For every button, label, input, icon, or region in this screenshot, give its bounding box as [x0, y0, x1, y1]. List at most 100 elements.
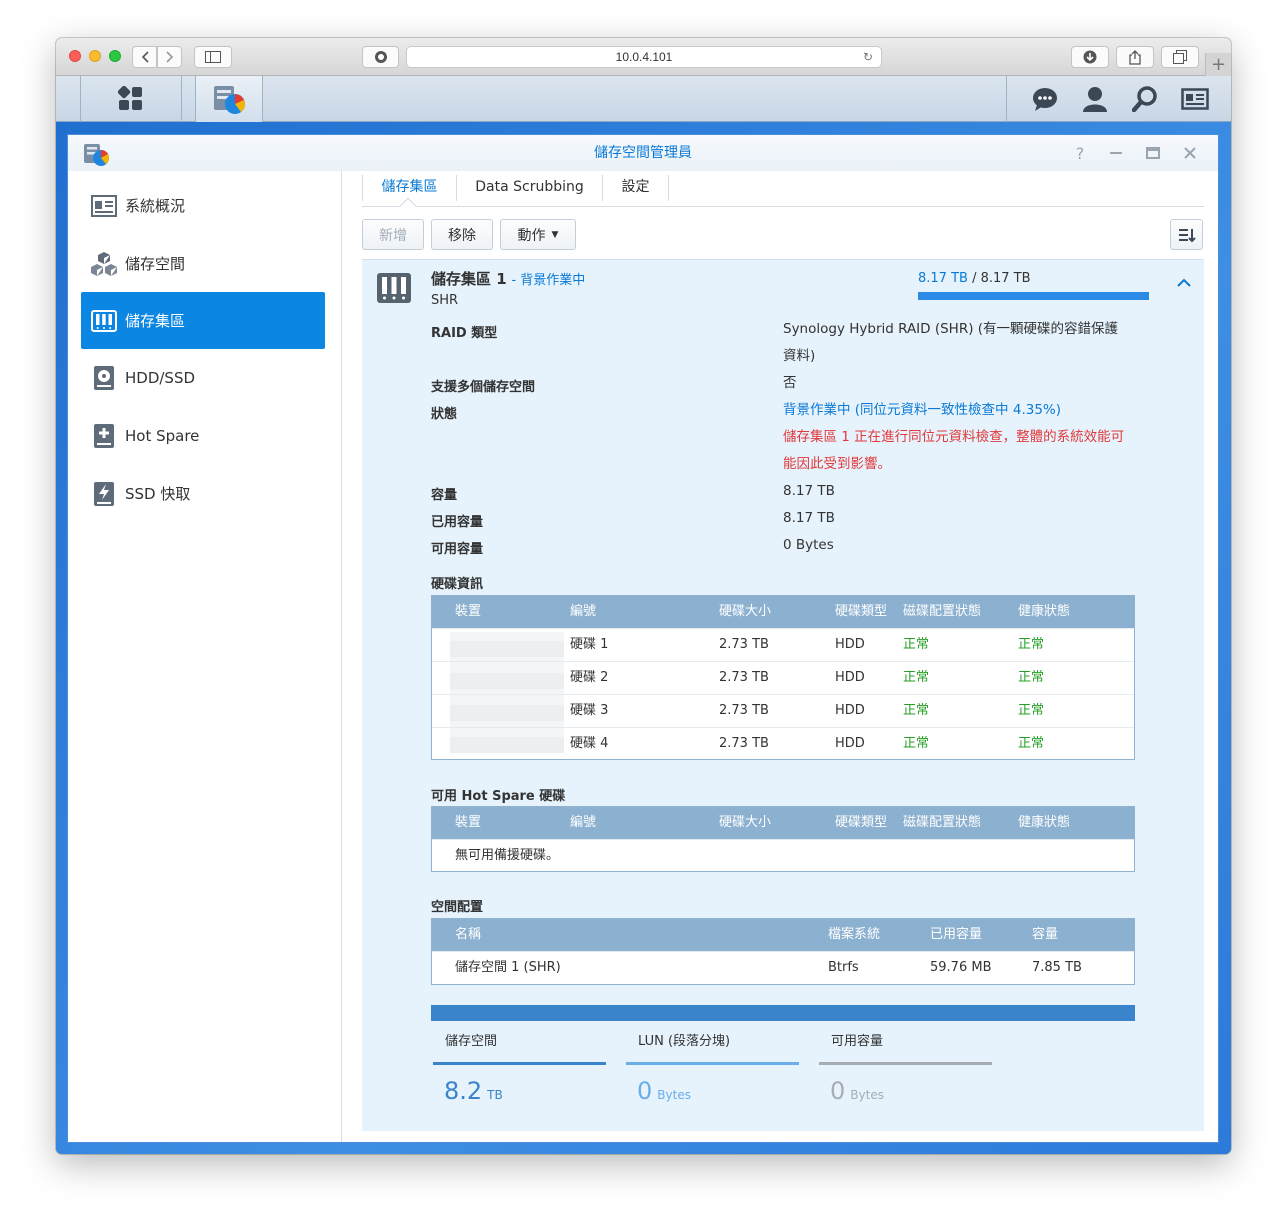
minimize-window-button[interactable] [89, 50, 101, 62]
sidebar-item-hdd-ssd[interactable]: HDD/SSD [81, 349, 325, 406]
sidebar-item-overview[interactable]: 系統概況 [81, 177, 325, 234]
tab-data-scrubbing[interactable]: Data Scrubbing [457, 171, 602, 207]
used-capacity-value: 8.17 TB [783, 510, 835, 526]
close-window-button[interactable] [69, 50, 81, 62]
chevron-left-icon [141, 51, 149, 63]
disk-type: HDD [835, 670, 865, 685]
summary-number: 0 [637, 1077, 653, 1105]
help-button[interactable]: ? [1070, 143, 1090, 163]
pool-total: / 8.17 TB [972, 271, 1031, 286]
action-button[interactable]: 動作 ▼ [500, 219, 576, 250]
share-button[interactable] [1116, 46, 1154, 68]
tabs-overview-button[interactable] [1161, 46, 1199, 68]
pool-used: 8.17 TB [918, 271, 968, 286]
volume-filesystem: Btrfs [828, 960, 859, 975]
sort-icon [1178, 228, 1196, 242]
column-header[interactable]: 磁碟配置狀態 [903, 596, 981, 628]
column-header[interactable]: 已用容量 [930, 919, 982, 951]
sidebar-item-storage-pool[interactable]: 儲存集區 [81, 292, 325, 349]
maximize-button[interactable] [1143, 143, 1163, 163]
new-tab-button[interactable]: + [1205, 53, 1231, 76]
disk-alloc-status: 正常 [903, 670, 930, 685]
used-capacity-label: 已用容量 [431, 515, 484, 530]
table-row[interactable]: 硬碟 3 2.73 TB HDD 正常 正常 [432, 694, 1134, 727]
forward-button[interactable] [157, 46, 182, 68]
close-button[interactable] [1180, 143, 1200, 163]
column-header[interactable]: 裝置 [455, 807, 481, 839]
chat-button[interactable] [1026, 76, 1064, 122]
main-menu-icon [118, 86, 142, 110]
status-label: 狀態 [431, 407, 458, 422]
app-titlebar[interactable]: 儲存空間管理員 ? [68, 135, 1218, 171]
column-header[interactable]: 編號 [570, 596, 596, 628]
sidebar-item-ssd-cache[interactable]: SSD 快取 [81, 465, 325, 522]
column-header[interactable]: 容量 [1032, 919, 1058, 951]
disk-type: HDD [835, 736, 865, 751]
main-menu-button[interactable] [81, 76, 181, 122]
taskbar-storage-manager[interactable] [195, 76, 263, 122]
column-header[interactable]: 健康狀態 [1018, 807, 1070, 839]
sidebar-item-volume[interactable]: 儲存空間 [81, 235, 325, 292]
tab-bar: 儲存集區 Data Scrubbing 設定 [362, 171, 1204, 215]
user-button[interactable] [1076, 76, 1114, 122]
table-header: 名稱 檔案系統 已用容量 容量 [432, 919, 1134, 951]
summary-label: 可用容量 [831, 1034, 884, 1049]
storage-manager-app-icon [214, 86, 245, 114]
table-row[interactable]: 硬碟 4 2.73 TB HDD 正常 正常 [432, 727, 1134, 760]
sidebar-toggle-button[interactable] [194, 46, 232, 68]
column-header[interactable]: 名稱 [455, 919, 481, 951]
widgets-button[interactable] [1176, 76, 1214, 122]
free-capacity-label: 可用容量 [431, 542, 484, 557]
privacy-button[interactable] [362, 46, 399, 68]
minimize-button[interactable] [1106, 143, 1126, 163]
collapse-button[interactable] [1174, 272, 1194, 292]
reload-icon[interactable]: ↻ [863, 50, 873, 64]
remove-button[interactable]: 移除 [431, 219, 493, 250]
summary-unit: TB [487, 1088, 503, 1102]
allocation-title: 空間配置 [431, 900, 484, 915]
summary-lun: LUN (段落分塊) 0 Bytes [626, 1032, 799, 1105]
disk-type: HDD [835, 637, 865, 652]
chevron-up-icon [1177, 278, 1191, 287]
sort-button[interactable] [1170, 219, 1203, 250]
address-bar[interactable]: 10.0.4.101 ↻ [406, 46, 882, 68]
url-text: 10.0.4.101 [615, 50, 673, 64]
create-button[interactable]: 新增 [362, 219, 424, 250]
zoom-window-button[interactable] [109, 50, 121, 62]
column-header[interactable]: 硬碟大小 [719, 596, 771, 628]
table-header: 裝置 編號 硬碟大小 硬碟類型 磁碟配置狀態 健康狀態 [432, 807, 1134, 839]
column-header[interactable]: 健康狀態 [1018, 596, 1070, 628]
sidebar-item-label: 儲存集區 [125, 312, 186, 330]
column-header[interactable]: 硬碟類型 [835, 807, 887, 839]
table-header: 裝置 編號 硬碟大小 硬碟類型 磁碟配置狀態 健康狀態 [432, 596, 1134, 628]
column-header[interactable]: 編號 [570, 807, 596, 839]
tab-settings[interactable]: 設定 [603, 171, 668, 207]
column-header[interactable]: 硬碟類型 [835, 596, 887, 628]
summary-value: 0 Bytes [819, 1077, 992, 1105]
disk-type: HDD [835, 703, 865, 718]
column-header[interactable]: 硬碟大小 [719, 807, 771, 839]
back-button[interactable] [132, 46, 157, 68]
minimize-icon [1110, 152, 1122, 154]
hot-spare-title: 可用 Hot Spare 硬碟 [431, 789, 566, 804]
summary-label: 儲存空間 [445, 1034, 498, 1049]
raid-type-label: RAID 類型 [431, 326, 498, 341]
volume-capacity: 7.85 TB [1032, 960, 1082, 975]
allocation-table: 名稱 檔案系統 已用容量 容量 儲存空間 1 (SHR) Btrfs 59.76… [431, 918, 1135, 985]
disk-alloc-status: 正常 [903, 736, 930, 751]
summary-volume: 儲存空間 8.2 TB [433, 1032, 606, 1105]
column-header[interactable]: 磁碟配置狀態 [903, 807, 981, 839]
summary-value: 8.2 TB [433, 1077, 606, 1105]
column-header[interactable]: 裝置 [455, 596, 481, 628]
search-button[interactable] [1126, 76, 1164, 122]
column-header[interactable]: 檔案系統 [828, 919, 880, 951]
dsm-taskbar [56, 76, 1231, 122]
sidebar-item-hot-spare[interactable]: Hot Spare [81, 407, 325, 464]
disk-health: 正常 [1018, 703, 1045, 718]
table-row[interactable]: 硬碟 1 2.73 TB HDD 正常 正常 [432, 628, 1134, 661]
downloads-button[interactable] [1071, 46, 1109, 68]
tabs-icon [1173, 50, 1187, 64]
table-row[interactable]: 硬碟 2 2.73 TB HDD 正常 正常 [432, 661, 1134, 694]
table-row[interactable]: 儲存空間 1 (SHR) Btrfs 59.76 MB 7.85 TB [432, 951, 1134, 984]
ssd-cache-icon [91, 481, 117, 507]
